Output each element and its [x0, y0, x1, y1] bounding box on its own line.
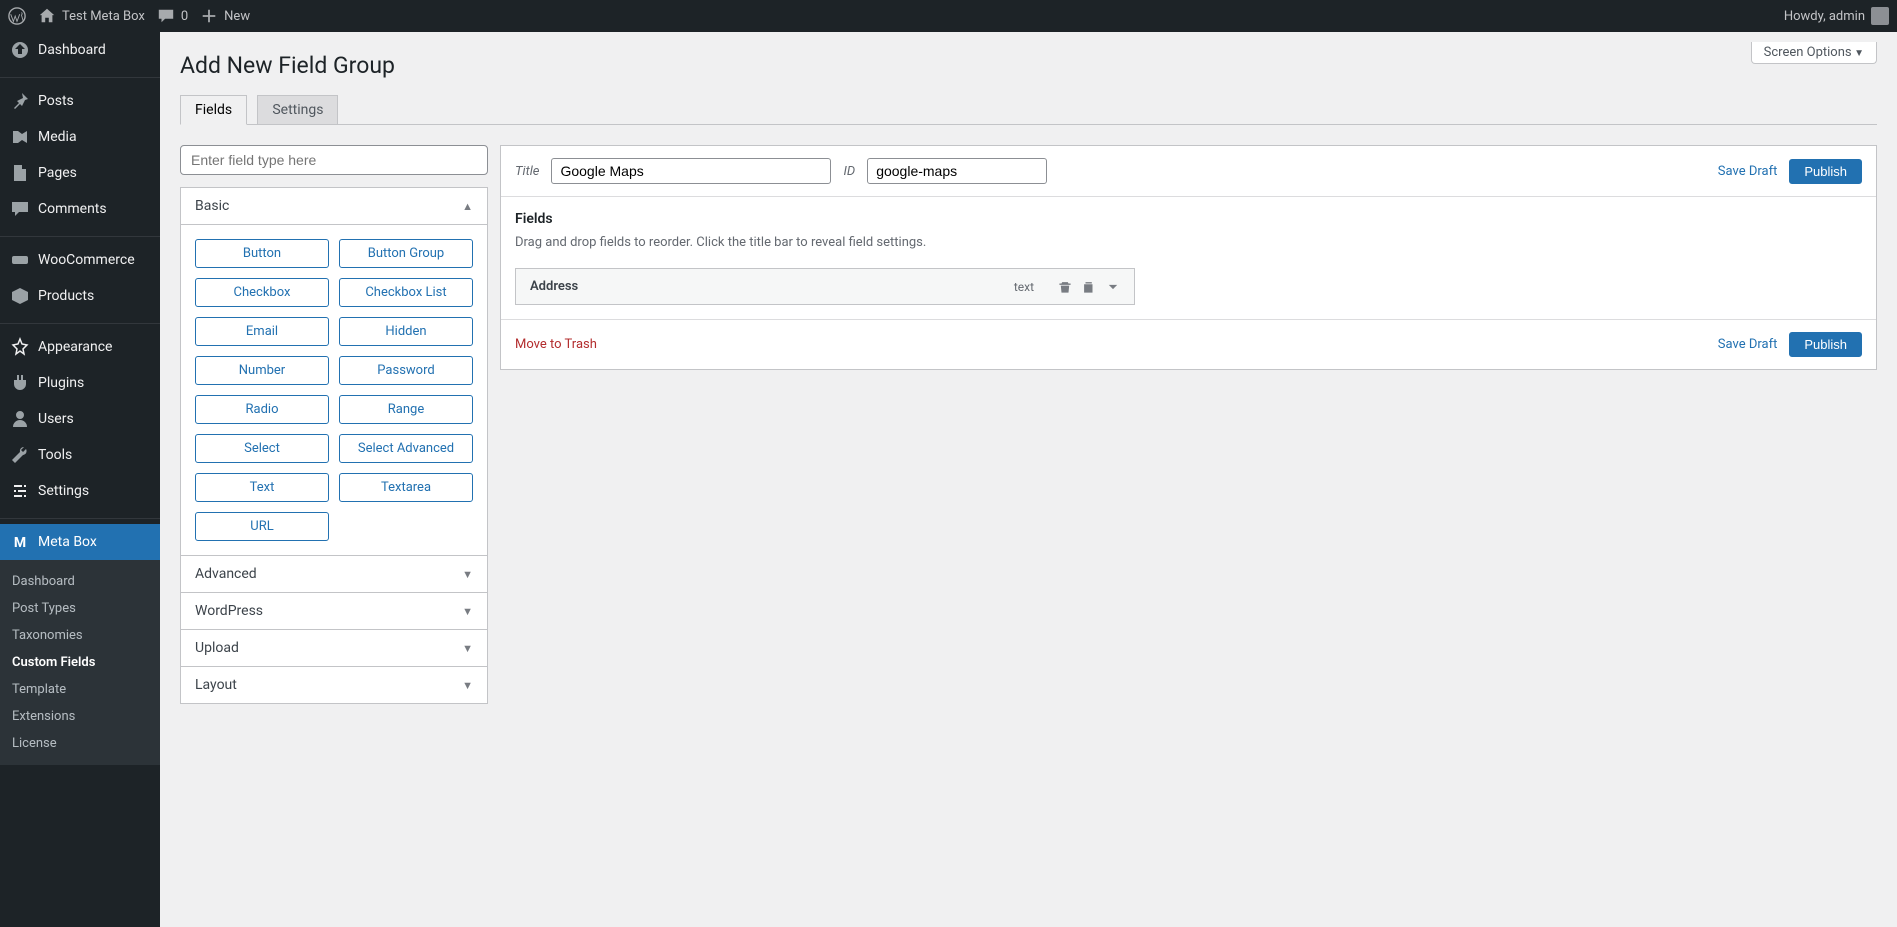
field-type-text[interactable]: Text — [195, 473, 329, 502]
field-type-textarea[interactable]: Textarea — [339, 473, 473, 502]
field-type-email[interactable]: Email — [195, 317, 329, 346]
sidebar-item-tools[interactable]: Tools — [0, 437, 160, 473]
field-type-radio[interactable]: Radio — [195, 395, 329, 424]
field-name: Address — [530, 279, 1014, 294]
submenu-item-taxonomies[interactable]: Taxonomies — [0, 622, 160, 649]
avatar-icon — [1871, 7, 1889, 25]
field-type-password[interactable]: Password — [339, 356, 473, 385]
sidebar-item-plugins[interactable]: Plugins — [0, 365, 160, 401]
media-icon — [10, 127, 30, 147]
plus-icon — [200, 7, 218, 25]
field-type-hidden[interactable]: Hidden — [339, 317, 473, 346]
sidebar-item-posts[interactable]: Posts — [0, 83, 160, 119]
id-input[interactable] — [867, 158, 1047, 184]
page-icon — [10, 163, 30, 183]
caret-up-icon: ▲ — [462, 200, 473, 213]
new-link[interactable]: New — [200, 7, 250, 25]
field-type-range[interactable]: Range — [339, 395, 473, 424]
submenu-item-dashboard[interactable]: Dashboard — [0, 568, 160, 595]
pin-icon — [10, 91, 30, 111]
field-type-button[interactable]: Button — [195, 239, 329, 268]
howdy[interactable]: Howdy, admin — [1784, 7, 1889, 25]
sidebar-item-pages[interactable]: Pages — [0, 155, 160, 191]
metabox-icon: M — [10, 532, 30, 552]
settings-icon — [10, 481, 30, 501]
admin-bar: Test Meta Box 0 New Howdy, admin — [0, 0, 1897, 32]
submenu-item-post-types[interactable]: Post Types — [0, 595, 160, 622]
field-type-checkbox-list[interactable]: Checkbox List — [339, 278, 473, 307]
woo-icon — [10, 250, 30, 270]
sidebar-item-users[interactable]: Users — [0, 401, 160, 437]
tabs: Fields Settings — [180, 89, 1877, 125]
sidebar-item-media[interactable]: Media — [0, 119, 160, 155]
fields-section-title: Fields — [515, 211, 1862, 227]
comment-icon — [10, 199, 30, 219]
field-type-select-advanced[interactable]: Select Advanced — [339, 434, 473, 463]
tab-settings[interactable]: Settings — [257, 95, 338, 125]
field-type-url[interactable]: URL — [195, 512, 329, 541]
field-type: text — [1014, 280, 1034, 294]
field-type-accordion: Basic▲ Button Button Group Checkbox Checkbo… — [180, 187, 488, 704]
svg-text:M: M — [14, 535, 26, 551]
dashboard-icon — [10, 40, 30, 60]
caret-down-icon: ▼ — [462, 568, 473, 581]
acc-head-basic[interactable]: Basic▲ — [181, 188, 487, 224]
sidebar-item-comments[interactable]: Comments — [0, 191, 160, 227]
user-icon — [10, 409, 30, 429]
sidebar-item-meta-box[interactable]: MMeta Box — [0, 524, 160, 560]
products-icon — [10, 286, 30, 306]
sidebar-item-appearance[interactable]: Appearance — [0, 329, 160, 365]
sidebar-item-products[interactable]: Products — [0, 278, 160, 314]
fields-hint: Drag and drop fields to reorder. Click t… — [515, 235, 1862, 250]
publish-button-top[interactable]: Publish — [1789, 159, 1862, 184]
tab-fields[interactable]: Fields — [180, 95, 247, 125]
save-draft-link-top[interactable]: Save Draft — [1718, 164, 1778, 179]
new-label: New — [224, 9, 250, 24]
tools-icon — [10, 445, 30, 465]
field-row[interactable]: Address text — [515, 268, 1135, 305]
save-draft-link-bottom[interactable]: Save Draft — [1718, 337, 1778, 352]
field-type-select[interactable]: Select — [195, 434, 329, 463]
field-type-number[interactable]: Number — [195, 356, 329, 385]
site-name-link[interactable]: Test Meta Box — [38, 7, 145, 25]
submenu-item-license[interactable]: License — [0, 730, 160, 757]
comment-icon — [157, 7, 175, 25]
caret-down-icon: ▼ — [462, 642, 473, 655]
acc-head-advanced[interactable]: Advanced▼ — [181, 555, 487, 592]
site-name: Test Meta Box — [62, 9, 145, 24]
acc-head-upload[interactable]: Upload▼ — [181, 629, 487, 666]
trash-icon[interactable] — [1058, 280, 1072, 294]
submenu-item-template[interactable]: Template — [0, 676, 160, 703]
move-to-trash-link[interactable]: Move to Trash — [515, 337, 597, 352]
duplicate-icon[interactable] — [1082, 280, 1096, 294]
toggle-icon[interactable] — [1106, 280, 1120, 294]
appearance-icon — [10, 337, 30, 357]
comments-link[interactable]: 0 — [157, 7, 188, 25]
acc-head-layout[interactable]: Layout▼ — [181, 666, 487, 703]
publish-button-bottom[interactable]: Publish — [1789, 332, 1862, 357]
sidebar-item-settings[interactable]: Settings — [0, 473, 160, 509]
submenu-item-extensions[interactable]: Extensions — [0, 703, 160, 730]
screen-options-toggle[interactable]: Screen Options — [1751, 42, 1877, 64]
sidebar-item-woocommerce[interactable]: WooCommerce — [0, 242, 160, 278]
title-label: Title — [515, 164, 539, 179]
id-label: ID — [843, 164, 855, 179]
comments-count: 0 — [181, 9, 188, 24]
plugin-icon — [10, 373, 30, 393]
field-type-checkbox[interactable]: Checkbox — [195, 278, 329, 307]
title-input[interactable] — [551, 158, 831, 184]
editor-panel: Title ID Save Draft Publish Fields Drag … — [500, 145, 1877, 370]
admin-sidebar: Dashboard PostsMediaPagesComments WooComme… — [0, 32, 160, 927]
acc-head-wordpress[interactable]: WordPress▼ — [181, 592, 487, 629]
sidebar-item-dashboard[interactable]: Dashboard — [0, 32, 160, 68]
caret-down-icon: ▼ — [462, 605, 473, 618]
submenu-item-custom-fields[interactable]: Custom Fields — [0, 649, 160, 676]
field-type-filter[interactable] — [180, 145, 488, 175]
field-type-button-group[interactable]: Button Group — [339, 239, 473, 268]
caret-down-icon: ▼ — [462, 679, 473, 692]
home-icon — [38, 7, 56, 25]
page-title: Add New Field Group — [180, 52, 1877, 79]
wp-logo[interactable] — [8, 7, 26, 25]
